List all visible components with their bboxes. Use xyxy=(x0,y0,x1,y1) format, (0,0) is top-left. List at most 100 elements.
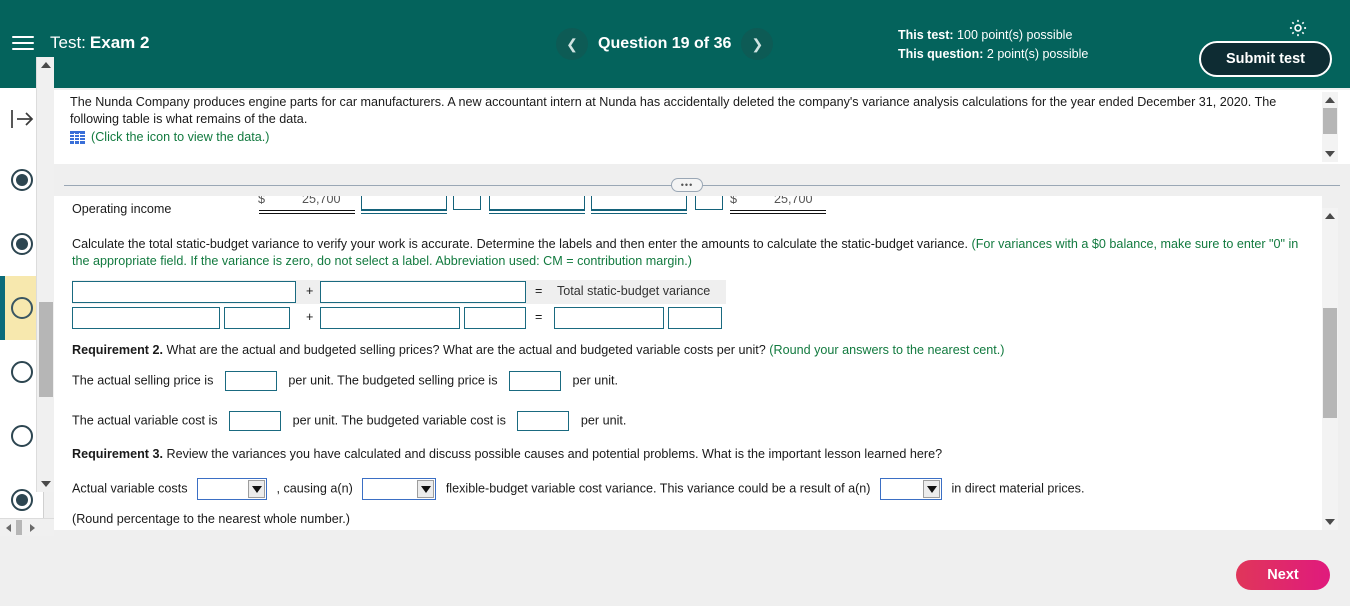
answered-circle-icon xyxy=(11,489,33,511)
answer-panel: Operating income $ 25,700 $ 25,700 Calcu… xyxy=(54,196,1322,530)
budgeted-selling-price-input[interactable] xyxy=(509,371,562,391)
requirement-2-heading: Requirement 2. What are the actual and b… xyxy=(72,342,1312,359)
variance-label-input-1[interactable] xyxy=(72,281,296,303)
requirement-3-footnote: (Round percentage to the nearest whole n… xyxy=(72,512,350,526)
triangle-up-icon xyxy=(1325,97,1335,103)
actual-variable-cost-label: The actual variable cost is xyxy=(72,413,218,428)
exam-page: Test: Exam 2 ❮ Question 19 of 36 ❯ This t… xyxy=(0,0,1350,606)
requirement-2-text: What are the actual and budgeted selling… xyxy=(166,343,766,357)
current-circle-icon xyxy=(11,297,33,319)
variance-favorability-input-2[interactable] xyxy=(464,307,526,329)
operating-income-amount-1: 25,700 xyxy=(302,196,341,206)
collapse-panel-icon[interactable] xyxy=(8,106,36,132)
triangle-up-icon xyxy=(41,62,51,68)
table-grid-icon[interactable] xyxy=(70,130,85,144)
sidebar-scrollbar-thumb[interactable] xyxy=(39,302,53,397)
this-question-value: 2 point(s) possible xyxy=(986,47,1089,61)
budgeted-variable-cost-input[interactable] xyxy=(517,411,570,431)
amount-box-4 xyxy=(591,196,687,210)
page-footer xyxy=(0,536,1350,606)
top-panel-scrollbar[interactable] xyxy=(1322,92,1338,162)
triangle-down-icon xyxy=(41,481,51,487)
amount-box-3 xyxy=(489,196,585,210)
sidebar-horizontal-scrollbar[interactable] xyxy=(0,518,54,536)
answer-scroll-down-button[interactable] xyxy=(1322,514,1338,530)
amount-box-1 xyxy=(361,196,447,210)
requirement-3-number: Requirement 3. xyxy=(72,447,163,461)
sidebar-hscrollbar-thumb[interactable] xyxy=(16,520,22,535)
double-underline xyxy=(259,210,355,214)
panel-splitter-handle[interactable]: ••• xyxy=(671,178,703,192)
triangle-down-icon xyxy=(1325,519,1335,525)
sidebar-vertical-scrollbar[interactable] xyxy=(36,57,54,492)
price-change-dropdown[interactable] xyxy=(880,478,942,500)
this-test-label: This test: xyxy=(898,28,954,42)
budgeted-variable-cost-label: per unit. The budgeted variable cost is xyxy=(292,413,506,428)
previous-question-button[interactable]: ❮ xyxy=(556,28,588,60)
dropdown-arrow-icon[interactable] xyxy=(923,480,940,498)
this-question-points-row: This question: 2 point(s) possible xyxy=(898,45,1088,64)
variance-amount-input-2[interactable] xyxy=(320,307,460,329)
variance-amount-row: + = xyxy=(72,306,726,330)
variance-label-input-2[interactable] xyxy=(320,281,526,303)
total-static-budget-variance-label: Total static-budget variance xyxy=(557,284,711,298)
dropdown-arrow-icon[interactable] xyxy=(248,480,265,498)
static-budget-variance-grid: + = Total static-budget variance + = xyxy=(72,280,726,330)
view-data-link[interactable]: (Click the icon to view the data.) xyxy=(70,130,270,144)
plus-operator-1: + xyxy=(306,284,314,298)
answer-panel-scrollbar[interactable] xyxy=(1322,208,1338,530)
hamburger-menu-icon[interactable] xyxy=(12,32,34,54)
variance-label-row: + = Total static-budget variance xyxy=(72,280,726,304)
requirement-2-number: Requirement 2. xyxy=(72,343,163,357)
operating-income-currency-1: $ xyxy=(258,196,266,206)
double-underline xyxy=(361,210,447,214)
submit-test-button[interactable]: Submit test xyxy=(1199,41,1332,77)
question-counter: Question 19 of 36 xyxy=(598,35,732,52)
requirement-3-heading: Requirement 3. Review the variances you … xyxy=(72,446,1312,463)
unanswered-circle-icon xyxy=(11,361,33,383)
per-unit-label-2: per unit. xyxy=(580,413,627,428)
requirement-3-line: Actual variable costs , causing a(n) fle… xyxy=(72,478,1084,500)
gear-icon[interactable] xyxy=(1287,17,1309,39)
top-scroll-down-button[interactable] xyxy=(1322,146,1338,162)
answer-scroll-up-button[interactable] xyxy=(1322,208,1338,224)
sidebar-scroll-right-button[interactable] xyxy=(24,519,40,537)
sidebar-scroll-left-button[interactable] xyxy=(0,519,16,537)
actual-selling-price-input[interactable] xyxy=(224,371,277,391)
top-scroll-up-button[interactable] xyxy=(1322,92,1338,108)
double-underline xyxy=(489,210,585,214)
answer-scrollbar-thumb[interactable] xyxy=(1323,308,1337,418)
actual-variable-cost-input[interactable] xyxy=(229,411,282,431)
plus-operator-2: + xyxy=(306,310,314,324)
triangle-left-icon xyxy=(5,524,11,532)
variance-amount-input-1[interactable] xyxy=(72,307,220,329)
unanswered-circle-icon xyxy=(11,425,33,447)
budgeted-selling-price-label: per unit. The budgeted selling price is xyxy=(288,373,498,388)
variance-total-input[interactable] xyxy=(554,307,664,329)
view-data-link-text[interactable]: (Click the icon to view the data.) xyxy=(91,130,270,144)
variance-total-favorability-input[interactable] xyxy=(668,307,722,329)
amount-box-5 xyxy=(695,196,723,210)
variable-costs-dropdown[interactable] xyxy=(197,478,267,500)
actual-variable-costs-label: Actual variable costs xyxy=(72,481,188,496)
top-scrollbar-thumb[interactable] xyxy=(1323,108,1337,134)
actual-selling-price-label: The actual selling price is xyxy=(72,373,214,388)
sidebar-scroll-down-button[interactable] xyxy=(37,476,55,492)
this-test-value: 100 point(s) possible xyxy=(957,28,1073,42)
per-unit-label-1: per unit. xyxy=(572,373,619,388)
requirement-2-line-1: The actual selling price is per unit. Th… xyxy=(72,371,618,391)
app-header: Test: Exam 2 ❮ Question 19 of 36 ❯ This t… xyxy=(0,0,1350,88)
next-button[interactable]: Next xyxy=(1236,560,1330,590)
variance-type-dropdown[interactable] xyxy=(362,478,437,500)
question-navigation: ❮ Question 19 of 36 ❯ xyxy=(556,27,774,61)
sidebar-scroll-up-button[interactable] xyxy=(37,57,55,73)
equals-operator-2: = xyxy=(535,310,543,324)
dropdown-arrow-icon[interactable] xyxy=(417,480,435,498)
triangle-up-icon xyxy=(1325,213,1335,219)
operating-income-currency-2: $ xyxy=(730,196,738,206)
requirement-2-line-2: The actual variable cost is per unit. Th… xyxy=(72,411,626,431)
next-question-button[interactable]: ❯ xyxy=(741,28,774,60)
double-underline xyxy=(591,210,687,214)
causing-label: , causing a(n) xyxy=(276,481,353,496)
variance-favorability-input-1[interactable] xyxy=(224,307,290,329)
